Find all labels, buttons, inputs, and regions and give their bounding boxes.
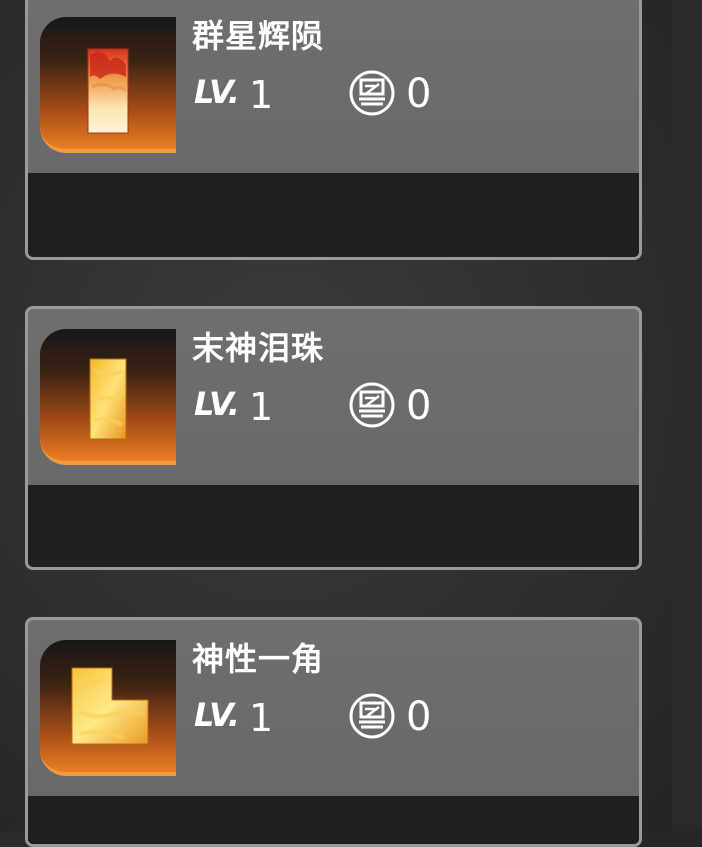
item-card-footer <box>28 485 639 567</box>
fire-shard-tall-icon <box>87 48 129 134</box>
item-card[interactable]: 末神泪珠 LV. 1 0 <box>25 306 642 570</box>
item-thumbnail <box>40 329 176 465</box>
item-card[interactable]: 群星辉陨 LV. 1 0 <box>25 0 642 260</box>
card-stack-icon <box>349 693 395 739</box>
item-card-body: 末神泪珠 LV. 1 0 <box>28 309 639 485</box>
item-card-footer <box>28 796 639 844</box>
item-name: 末神泪珠 <box>192 329 325 367</box>
item-count: 0 <box>406 71 432 117</box>
item-thumbnail <box>40 17 176 153</box>
item-card[interactable]: 神性一角 LV. 1 0 <box>25 617 642 847</box>
item-count: 0 <box>406 694 432 740</box>
level-value: 1 <box>249 385 274 429</box>
fire-shard-l-icon <box>71 667 149 745</box>
level-label: LV. <box>194 696 240 734</box>
item-card-footer <box>28 173 639 257</box>
level-label: LV. <box>194 73 240 111</box>
level-label: LV. <box>194 385 240 423</box>
level-value: 1 <box>249 73 274 117</box>
item-thumbnail <box>40 640 176 776</box>
card-stack-icon <box>349 382 395 428</box>
card-stack-icon <box>349 70 395 116</box>
fire-shard-bar-icon <box>89 358 127 440</box>
right-edge-panel <box>672 0 702 831</box>
level-value: 1 <box>249 696 274 740</box>
item-name: 神性一角 <box>192 640 325 678</box>
item-name: 群星辉陨 <box>192 17 325 55</box>
item-card-body: 群星辉陨 LV. 1 0 <box>28 0 639 173</box>
item-count: 0 <box>406 383 432 429</box>
item-card-body: 神性一角 LV. 1 0 <box>28 620 639 796</box>
